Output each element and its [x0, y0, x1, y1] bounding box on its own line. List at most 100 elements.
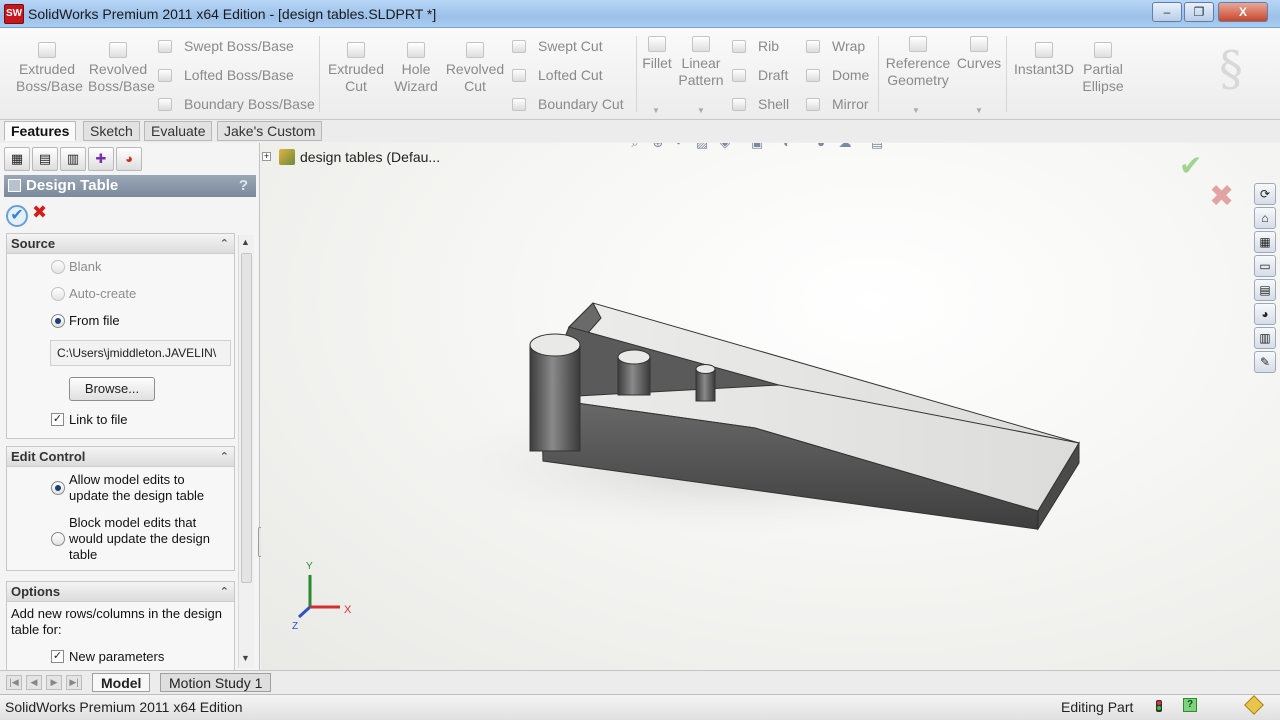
source-heading[interactable]: Source ⌃ [7, 234, 234, 254]
file-explorer-icon[interactable]: ▭ [1254, 255, 1276, 277]
tab-motion-study-1[interactable]: Motion Study 1 [160, 673, 272, 692]
wrap-button[interactable]: Wrap [806, 38, 865, 54]
last-tab-icon[interactable]: ▶| [66, 675, 82, 690]
collapse-icon[interactable]: ⌃ [220, 447, 229, 467]
extruded-cut-button[interactable]: Extruded Cut [326, 42, 386, 95]
viewport-restore-icon[interactable]: ❐ [1229, 143, 1241, 146]
previous-view-icon[interactable]: ↶ [673, 143, 689, 151]
tab-jakes-custom[interactable]: Jake's Custom [217, 121, 323, 141]
boundary-cut-button[interactable]: Boundary Cut [512, 96, 624, 112]
radio-from-file[interactable] [51, 314, 65, 328]
boundary-boss-base-button[interactable]: Boundary Boss/Base [158, 96, 315, 112]
edit-appearance-icon[interactable]: ● [813, 143, 829, 151]
displaymanager-icon[interactable]: ◕ [116, 147, 142, 171]
view-palette-icon[interactable]: ▤ [1254, 279, 1276, 301]
new-parameters-checkbox[interactable]: ✓ [51, 650, 64, 663]
rib-icon [732, 40, 746, 53]
lofted-boss-base-button[interactable]: Lofted Boss/Base [158, 67, 294, 83]
view-orientation-icon[interactable]: ◈ [717, 143, 733, 151]
first-tab-icon[interactable]: |◀ [6, 675, 22, 690]
edit-control-heading[interactable]: Edit Control ⌃ [7, 447, 234, 467]
propertymanager-icon[interactable]: ▤ [32, 147, 58, 171]
fillet-button[interactable]: Fillet [640, 36, 674, 72]
radio-block-model-edits[interactable] [51, 532, 65, 546]
confirmation-ok-icon[interactable]: ✔ [1179, 149, 1202, 182]
featuremanager-tree-icon[interactable]: ▦ [4, 147, 30, 171]
ok-button[interactable]: ✔ [6, 205, 28, 227]
instant3d-button[interactable]: Instant3D [1012, 42, 1076, 78]
scroll-up-icon[interactable]: ▲ [241, 237, 250, 247]
expand-icon[interactable]: + [262, 152, 271, 161]
zoom-to-fit-icon[interactable]: ⌕ [627, 143, 643, 151]
close-button[interactable]: X [1218, 2, 1268, 22]
collapse-icon[interactable]: ⌃ [220, 582, 229, 602]
dome-button[interactable]: Dome [806, 67, 869, 83]
next-tab-icon[interactable]: ▶ [46, 675, 62, 690]
tab-sketch[interactable]: Sketch [83, 121, 140, 141]
prev-tab-icon[interactable]: ◀ [26, 675, 42, 690]
minimize-button[interactable]: – [1152, 2, 1182, 22]
options-heading[interactable]: Options ⌃ [7, 582, 234, 602]
scroll-down-icon[interactable]: ▼ [241, 653, 250, 663]
maximize-button[interactable]: ❐ [1184, 2, 1214, 22]
tab-model[interactable]: Model [92, 673, 151, 692]
reference-geometry-dropdown-icon[interactable]: ▼ [912, 106, 920, 115]
solidworks-resources-icon[interactable]: ⟳ [1254, 183, 1276, 205]
tags-icon[interactable] [1244, 695, 1264, 715]
viewport-close-icon[interactable]: ✕ [1255, 143, 1266, 146]
section-view-icon[interactable]: ▨ [694, 143, 710, 151]
cancel-button[interactable]: ✖ [32, 202, 47, 223]
linear-pattern-dropdown-icon[interactable]: ▼ [697, 106, 705, 115]
viewport-minimize-icon[interactable]: – [1207, 143, 1214, 146]
toolbox-icon[interactable]: ✎ [1254, 351, 1276, 373]
radio-blank[interactable] [51, 260, 65, 274]
radio-allow-model-edits[interactable] [51, 481, 65, 495]
lofted-cut-button[interactable]: Lofted Cut [512, 67, 603, 83]
mirror-button[interactable]: Mirror [806, 96, 869, 112]
scroll-thumb[interactable] [241, 253, 252, 583]
revolved-boss-base-button[interactable]: Revolved Boss/Base [88, 42, 155, 95]
tab-features[interactable]: Features [4, 121, 77, 141]
rib-button[interactable]: Rib [732, 38, 779, 54]
swept-cut-button[interactable]: Swept Cut [512, 38, 603, 54]
help-icon[interactable]: ? [239, 175, 248, 197]
part-model[interactable]: Y X Z [261, 143, 1280, 670]
bottom-tab-bar: |◀ ◀ ▶ ▶| Model Motion Study 1 [0, 670, 1280, 694]
curves-dropdown-icon[interactable]: ▼ [975, 106, 983, 115]
hide-show-items-icon[interactable]: ◐ [779, 143, 795, 151]
source-group: Source ⌃ [6, 233, 235, 439]
shell-button[interactable]: Shell [732, 96, 789, 112]
curves-button[interactable]: Curves [956, 36, 1002, 72]
apply-scene-icon[interactable]: ☁ [837, 143, 853, 151]
view-settings-icon[interactable]: ▤ [869, 143, 885, 151]
status-help-icon[interactable]: ? [1183, 698, 1197, 712]
reference-geometry-button[interactable]: Reference Geometry [884, 36, 952, 89]
revolved-cut-button[interactable]: Revolved Cut [445, 42, 505, 95]
panel-scrollbar[interactable]: ▲ ▼ [238, 235, 254, 668]
swept-boss-base-button[interactable]: Swept Boss/Base [158, 38, 294, 54]
hole-wizard-button[interactable]: Hole Wizard [390, 42, 442, 95]
confirmation-cancel-icon[interactable]: ✖ [1209, 179, 1234, 214]
tab-evaluate[interactable]: Evaluate [144, 121, 213, 141]
file-path-field[interactable]: C:\Users\jmiddleton.JAVELIN\ [50, 340, 231, 366]
browse-button[interactable]: Browse... [69, 377, 155, 401]
collapse-icon[interactable]: ⌃ [220, 234, 229, 254]
appearances-icon[interactable]: ◕ [1254, 303, 1276, 325]
configurationmanager-icon[interactable]: ▥ [60, 147, 86, 171]
dimxpertmanager-icon[interactable]: ✚ [88, 147, 114, 171]
rebuild-light-icon[interactable] [1154, 700, 1164, 712]
fillet-dropdown-icon[interactable]: ▼ [652, 106, 660, 115]
wrap-icon [806, 40, 820, 53]
radio-auto-create[interactable] [51, 287, 65, 301]
partial-ellipse-button[interactable]: Partial Ellipse [1080, 42, 1126, 95]
link-to-file-checkbox[interactable]: ✓ [51, 413, 64, 426]
design-library-icon[interactable]: ▦ [1254, 231, 1276, 253]
draft-button[interactable]: Draft [732, 67, 788, 83]
zoom-to-area-icon[interactable]: ⊕ [650, 143, 666, 151]
graphics-area[interactable]: Y X Z + design tables (Defau... ⌕ ⊕ ↶ ▨ … [261, 143, 1280, 670]
custom-properties-icon[interactable]: ▥ [1254, 327, 1276, 349]
extruded-boss-base-button[interactable]: Extruded Boss/Base [16, 42, 83, 95]
display-style-icon[interactable]: ▣ [749, 143, 765, 151]
home-icon[interactable]: ⌂ [1254, 207, 1276, 229]
linear-pattern-button[interactable]: Linear Pattern [676, 36, 726, 89]
